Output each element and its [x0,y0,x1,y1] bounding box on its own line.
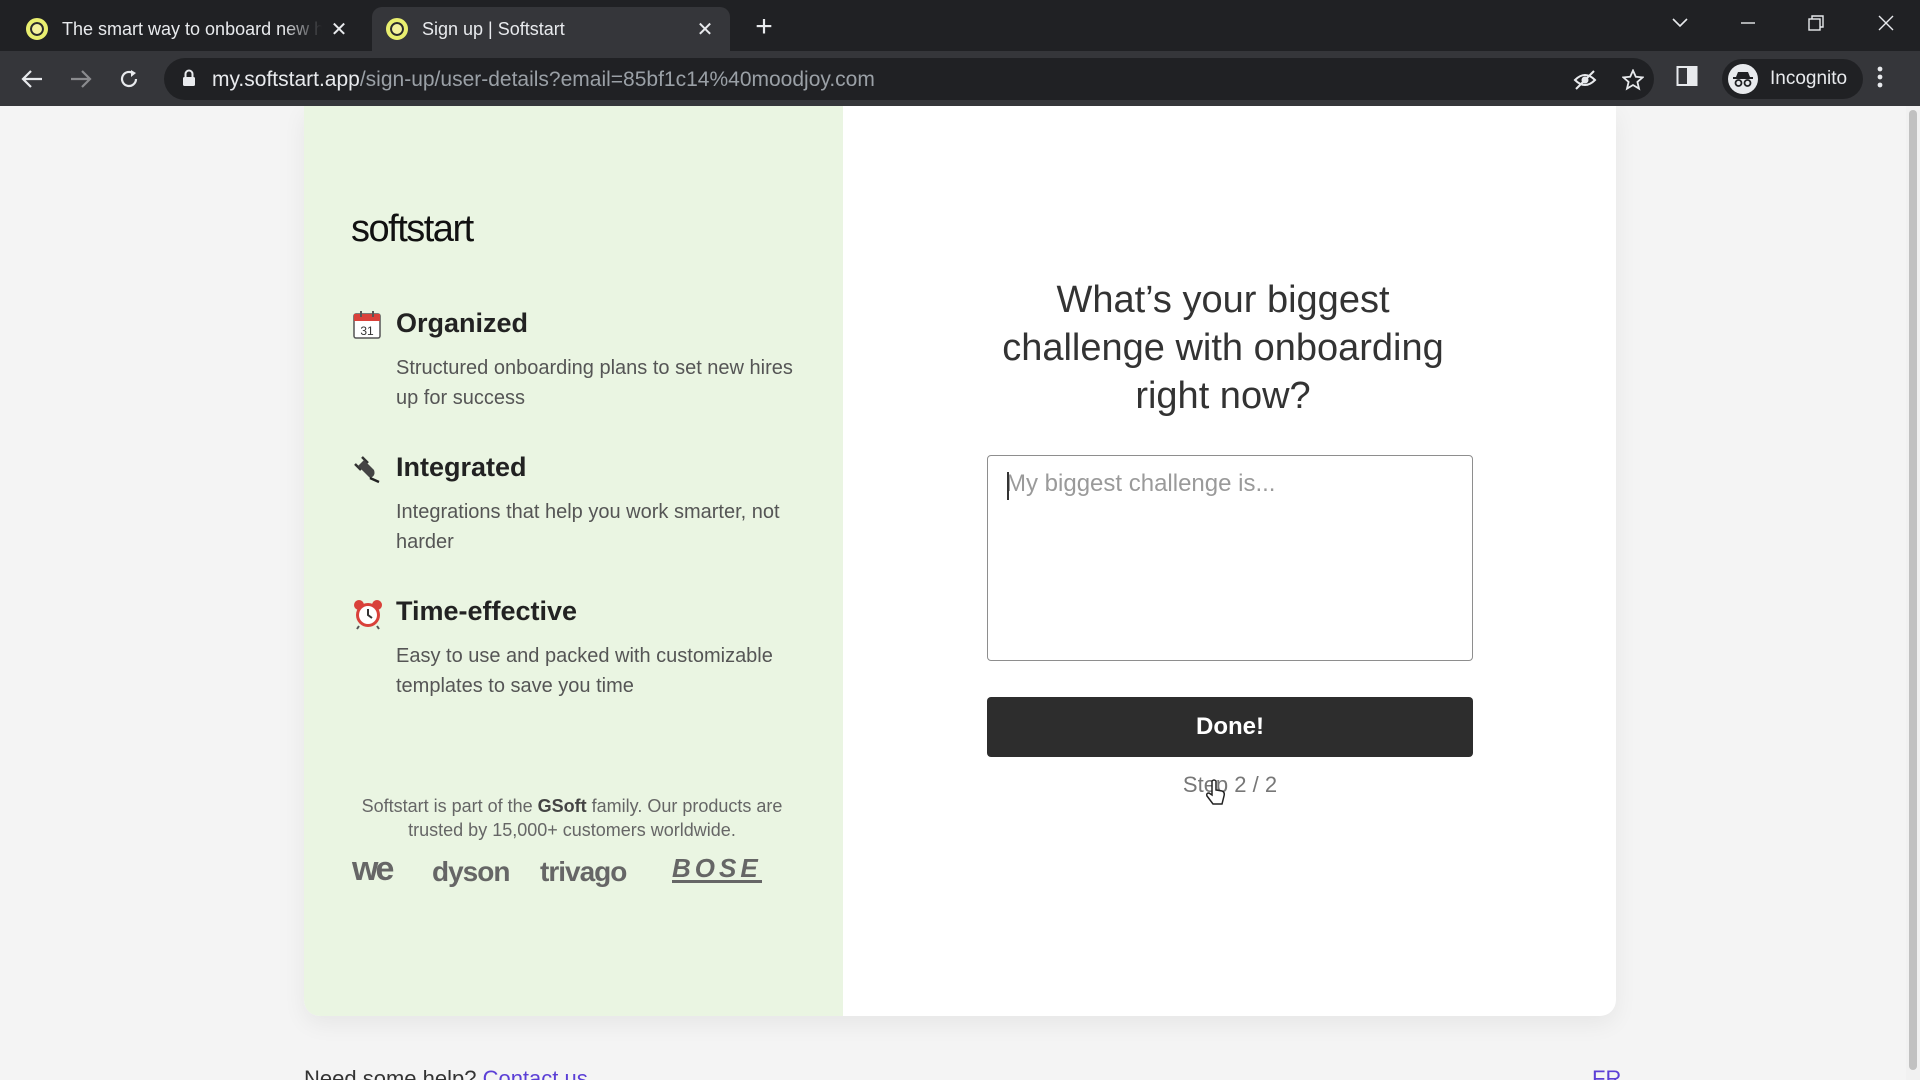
calendar-day-label: 31 [360,324,374,338]
plug-icon [352,454,382,484]
text-caret [1007,472,1009,500]
url-text: my.softstart.app/sign-up/user-details?em… [212,68,875,91]
question-panel: What’s your biggest challenge with onboa… [843,106,1616,1016]
softstart-favicon-icon [26,18,48,40]
help-text: Need some help? [304,1066,477,1080]
kebab-menu-icon[interactable] [1876,65,1884,94]
browser-tab-strip: The smart way to onboard new hires ✕ Sig… [0,0,1920,51]
alarm-clock-icon [352,598,382,630]
restore-icon[interactable] [1796,8,1836,38]
bose-logo: BOSE [672,853,762,883]
new-tab-button[interactable]: + [748,12,780,44]
incognito-profile-button[interactable]: Incognito [1722,59,1864,99]
scrollbar-thumb[interactable] [1909,110,1917,1070]
trivago-logo: trivago [540,856,627,887]
challenge-question-heading: What’s your biggest challenge with onboa… [1002,279,1444,417]
tracking-protection-eye-slash-icon[interactable] [1572,67,1598,93]
profile-label: Incognito [1770,68,1848,89]
browser-tab[interactable]: The smart way to onboard new hires ✕ [12,7,364,51]
gsoft-family-note: Softstart is part of the GSoft family. O… [361,796,783,840]
softstart-logo[interactable]: softstart [351,208,474,251]
contact-us-link[interactable]: Contact us [483,1066,588,1080]
browser-tab-active[interactable]: Sign up | Softstart ✕ [372,7,730,51]
minimize-icon[interactable] [1728,8,1768,38]
hand-pointer-cursor-icon [1206,779,1225,805]
feature-description: Structured onboarding plans to set new h… [396,357,793,409]
softstart-favicon-icon [386,18,408,40]
forward-arrow-icon[interactable] [66,64,96,94]
feature-title: Time-effective [396,596,578,626]
customer-logos: we dyson trivago BOSE [352,850,798,896]
benefits-panel: softstart 31 Organized Structured onboar… [304,106,843,1016]
done-button[interactable]: Done! [987,697,1473,757]
gsoft-brand: GSoft [537,796,587,816]
step-indicator: Step 2 / 2 [1182,772,1278,797]
close-tab-icon[interactable]: ✕ [694,18,716,41]
close-tab-icon[interactable]: ✕ [328,18,350,41]
side-panel-icon[interactable] [1676,65,1698,92]
feature-description: Integrations that help you work smarter,… [396,501,780,553]
back-arrow-icon[interactable] [17,64,47,94]
feature-title: Integrated [396,452,527,482]
tab-title: The smart way to onboard new hires [62,18,322,39]
page-viewport: softstart 31 Organized Structured onboar… [0,106,1920,1080]
incognito-icon [1728,64,1758,94]
calendar-icon: 31 [352,310,382,340]
reload-icon[interactable] [114,64,144,94]
signup-card: softstart 31 Organized Structured onboar… [304,106,1616,1016]
language-toggle-link[interactable]: FR [1592,1066,1621,1080]
we-logo: we [352,850,394,888]
address-bar[interactable]: my.softstart.app/sign-up/user-details?em… [164,58,1654,100]
help-footer: Need some help? Contact us [304,1066,588,1080]
dyson-logo: dyson [432,856,510,887]
challenge-answer-textarea[interactable] [987,455,1473,661]
tab-search-icon[interactable] [1660,8,1700,38]
tab-title: Sign up | Softstart [422,18,565,39]
browser-toolbar: my.softstart.app/sign-up/user-details?em… [0,51,1920,106]
bookmark-star-icon[interactable] [1620,67,1646,93]
lock-icon[interactable] [182,69,196,92]
feature-title: Organized [396,308,529,338]
feature-description: Easy to use and packed with customizable… [396,645,773,697]
close-window-icon[interactable] [1866,8,1906,38]
page-scrollbar[interactable] [1906,106,1920,1080]
